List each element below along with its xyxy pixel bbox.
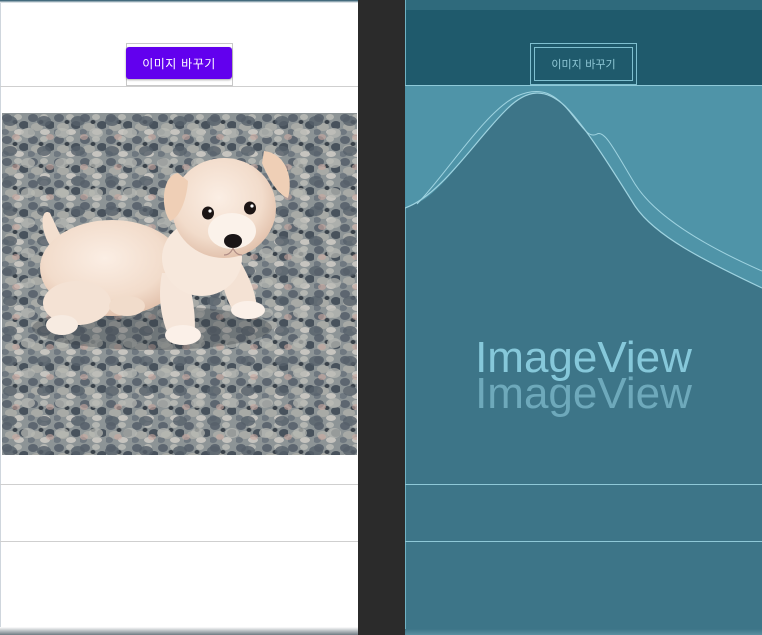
blueprint-divider [405,484,762,485]
change-image-button[interactable]: 이미지 바꾸기 [126,47,232,79]
layout-divider [0,541,358,542]
imageview-label-echo: ImageView [475,369,692,418]
design-top-edge [0,0,358,3]
blueprint-change-image-button[interactable]: 이미지 바꾸기 [534,47,633,81]
blueprint-bottom-edge [405,629,762,635]
blueprint-image-view[interactable] [405,86,762,484]
layout-divider [0,484,358,485]
design-bottom-edge [0,627,358,635]
puppy-photo [2,113,357,455]
blueprint-status-strip [405,0,762,10]
puppy-image-view[interactable] [2,113,357,455]
image-placeholder-graphic [405,86,762,289]
design-surface: 이미지 바꾸기 [0,0,358,635]
blueprint-divider [405,541,762,542]
blueprint-surface: 이미지 바꾸기 ImageView ImageView [405,0,762,635]
layout-divider [0,86,358,87]
